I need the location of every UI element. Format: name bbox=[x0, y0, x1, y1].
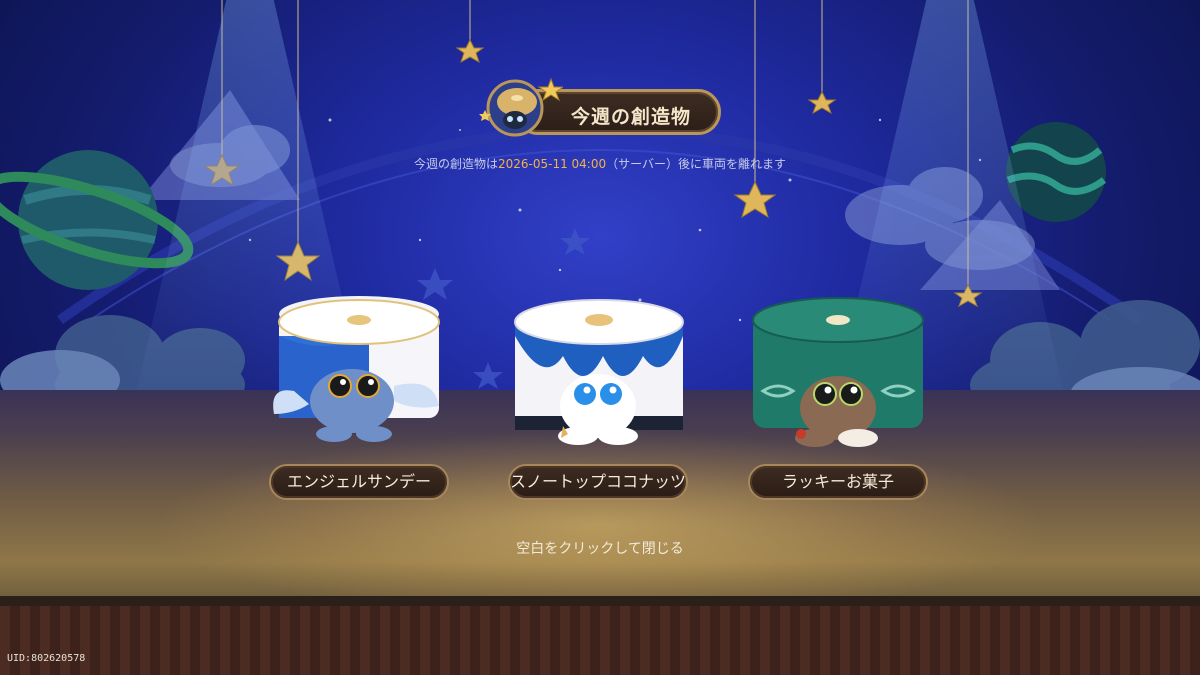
notice-suffix: （サーバー）後に車両を離れます bbox=[606, 157, 787, 171]
creature-name-button[interactable]: ラッキーお菓子 bbox=[748, 464, 928, 500]
notice-date: 2026-05-11 04:00 bbox=[497, 157, 607, 171]
creature-card-lucky-sweets[interactable]: ラッキーお菓子 bbox=[743, 296, 933, 506]
creature-name-button[interactable]: エンジェルサンデー bbox=[269, 464, 449, 500]
user-id: UID:802620578 bbox=[7, 653, 86, 664]
title-banner: 今週の創造物 bbox=[477, 76, 723, 138]
close-hint[interactable]: 空白をクリックして閉じる bbox=[0, 538, 1200, 558]
creature-card-angel-sundae[interactable]: エンジェルサンデー bbox=[264, 296, 454, 506]
banner-title: 今週の創造物 bbox=[571, 106, 692, 128]
angel-sundae-creature bbox=[273, 296, 440, 442]
creature-card-snowtop-coconut[interactable]: スノートップココナッツ bbox=[503, 296, 693, 506]
stage-front bbox=[0, 606, 1200, 675]
game-stage[interactable]: 今週の創造物 今週の創造物は2026-05-11 04:00（サーバー）後に車両… bbox=[0, 0, 1200, 675]
creature-name-button[interactable]: スノートップココナッツ bbox=[508, 464, 688, 500]
snowtop-coconut-creature bbox=[514, 299, 684, 445]
lucky-sweets-creature bbox=[752, 297, 924, 447]
stage-edge bbox=[0, 596, 1200, 606]
departure-notice: 今週の創造物は2026-05-11 04:00（サーバー）後に車両を離れます bbox=[0, 155, 1200, 172]
notice-prefix: 今週の創造物は bbox=[413, 157, 498, 171]
cat-in-cake-icon bbox=[479, 77, 563, 137]
